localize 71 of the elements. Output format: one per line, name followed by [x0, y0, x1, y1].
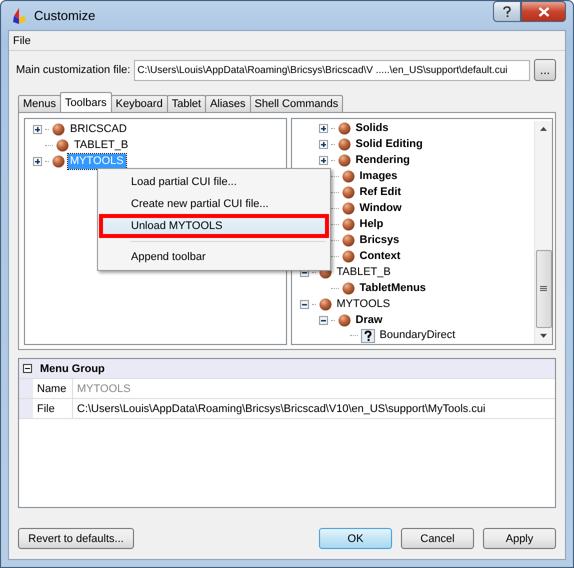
ball-icon	[338, 122, 350, 136]
dialog-button[interactable]: OK	[319, 528, 392, 549]
field-label: Main customization file:	[16, 64, 130, 76]
menu-item[interactable]: Create new partial CUI file...	[100, 193, 328, 215]
menu-item[interactable]: Append toolbar	[100, 246, 328, 268]
tab[interactable]: Shell Commands	[250, 95, 344, 112]
property-name: File	[33, 399, 73, 418]
ball-icon	[56, 138, 69, 152]
tab[interactable]: Aliases	[205, 95, 251, 112]
help-icon	[503, 6, 511, 18]
tab[interactable]: Tablet	[166, 95, 206, 112]
tree-item[interactable]: TABLET_B	[334, 264, 393, 280]
ball-icon	[52, 154, 65, 168]
expand-icon[interactable]	[33, 156, 42, 166]
dialog-button[interactable]: Apply	[483, 528, 556, 549]
collapse-icon[interactable]	[300, 300, 308, 309]
close-icon	[538, 6, 550, 16]
question-icon	[360, 328, 374, 343]
app-logo-icon	[10, 6, 28, 24]
tree-item[interactable]: Help	[358, 216, 386, 232]
window-title: Customize	[34, 8, 96, 23]
help-button[interactable]	[493, 1, 521, 22]
collapse-icon[interactable]	[23, 364, 32, 373]
tree-item[interactable]: Images	[358, 169, 400, 184]
tree-item[interactable]: TabletMenus	[358, 280, 428, 296]
tree-item[interactable]: BRICSCAD	[68, 122, 129, 136]
expand-icon[interactable]	[318, 140, 328, 150]
grip-icon	[540, 286, 547, 292]
tree-item[interactable]: TABLET_B	[72, 138, 130, 152]
close-button[interactable]	[521, 1, 566, 22]
menu-item[interactable]: Unload MYTOOLS	[100, 215, 328, 237]
ball-icon	[342, 218, 354, 231]
ball-icon	[342, 202, 354, 216]
ball-icon	[318, 298, 332, 311]
tree-item[interactable]: BoundaryDirect	[378, 328, 458, 344]
ball-icon	[342, 186, 354, 200]
collapse-icon[interactable]	[318, 316, 328, 325]
tree-item[interactable]: Rendering	[354, 153, 412, 168]
expand-icon[interactable]	[318, 124, 328, 134]
group-heading: Menu Group	[40, 362, 105, 374]
menu-item[interactable]: Load partial CUI file...	[100, 171, 328, 193]
tree-item[interactable]: Draw	[354, 312, 384, 328]
ball-icon	[342, 250, 354, 263]
scroll-thumb[interactable]	[536, 250, 552, 328]
tree-item[interactable]: Window	[358, 201, 404, 216]
ball-icon	[52, 122, 65, 136]
browse-button[interactable]: ...	[534, 59, 556, 81]
tree-item[interactable]: MYTOOLS	[334, 296, 392, 312]
tree-item[interactable]: Bricsys	[358, 232, 402, 248]
ball-icon	[338, 314, 350, 327]
ball-icon	[338, 138, 350, 152]
ball-icon	[342, 282, 354, 295]
tab[interactable]: Keyboard	[110, 95, 168, 112]
tree-item[interactable]: Solids	[354, 121, 391, 136]
ball-icon	[342, 170, 354, 184]
ball-icon	[342, 234, 354, 247]
expand-icon[interactable]	[318, 156, 328, 166]
tab[interactable]: Toolbars	[60, 92, 112, 112]
property-name: Name	[33, 379, 73, 398]
scrollbar[interactable]	[534, 121, 552, 344]
tree-item[interactable]: Context	[358, 248, 402, 264]
expand-icon[interactable]	[33, 124, 42, 134]
tab[interactable]: Menus	[18, 95, 62, 112]
path-field[interactable]: C:\Users\Louis\AppData\Roaming\Bricsys\Bricscad\V .....\en_US\support\default.cui	[134, 60, 530, 80]
tree-item[interactable]: Solid Editing	[354, 137, 425, 152]
dialog-button[interactable]: Cancel	[401, 528, 474, 549]
dialog-button[interactable]: Revert to defaults...	[18, 528, 134, 549]
ball-icon	[338, 154, 350, 168]
menu-item[interactable]: File	[12, 34, 32, 46]
tree-item[interactable]: Ref Edit	[358, 185, 404, 200]
property-value[interactable]: C:\Users\Louis\AppData\Roaming\Bricsys\Bricscad\V10\en_US\support\MyTools.cui	[73, 399, 555, 418]
